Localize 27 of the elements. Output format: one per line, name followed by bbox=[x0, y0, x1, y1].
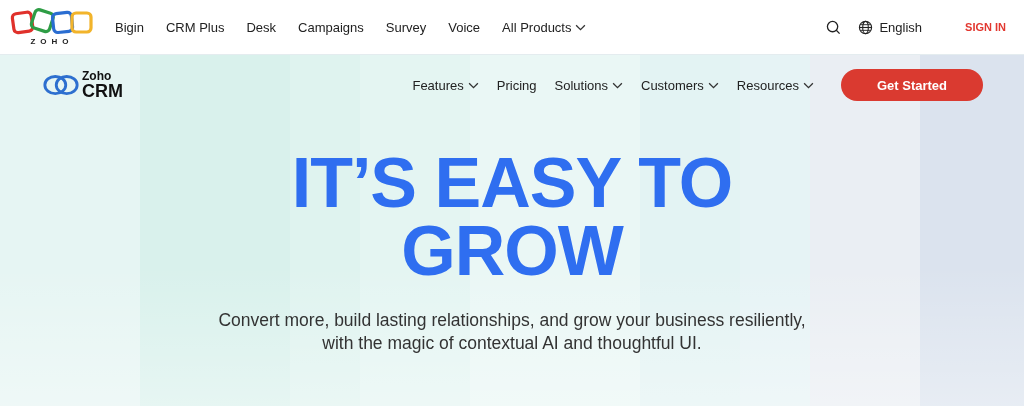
nav-link[interactable]: Resources bbox=[736, 77, 799, 93]
product-link[interactable]: CRM Plus bbox=[165, 19, 225, 35]
sign-in-link[interactable]: SIGN IN bbox=[965, 21, 1006, 33]
nav-link[interactable]: Solutions bbox=[554, 77, 608, 93]
product-link[interactable]: Desk bbox=[246, 19, 277, 35]
link-rings-icon bbox=[42, 72, 80, 98]
nav-link[interactable]: Features bbox=[412, 77, 464, 93]
headline: GROW bbox=[401, 217, 623, 285]
nav-link[interactable]: Pricing bbox=[496, 77, 537, 93]
product-link[interactable]: Bigin bbox=[115, 19, 144, 35]
subtitle: with the magic of contextual AI and thoughtful UI. bbox=[322, 332, 702, 355]
headline: IT’S EASY TO bbox=[291, 149, 733, 217]
product-link[interactable]: All Products bbox=[502, 19, 572, 35]
language-selector[interactable]: English bbox=[879, 19, 923, 35]
product-link[interactable]: Voice bbox=[448, 19, 481, 35]
brand-text: Zoho bbox=[82, 70, 113, 82]
subtitle: Convert more, build lasting relationships, and grow your business resiliently, bbox=[218, 309, 806, 332]
zoho-logo[interactable]: ZOHO bbox=[10, 8, 94, 46]
product-link[interactable]: Survey bbox=[385, 19, 427, 35]
crm-logo[interactable]: Zoho CRM bbox=[42, 70, 123, 100]
get-started-button[interactable]: Get Started bbox=[841, 69, 983, 101]
search-icon[interactable] bbox=[826, 19, 842, 35]
product-link[interactable]: Campaigns bbox=[298, 19, 364, 35]
brand-text: CRM bbox=[82, 82, 123, 100]
globe-icon bbox=[858, 19, 874, 35]
logo-text: ZOHO bbox=[30, 37, 74, 46]
nav-link[interactable]: Customers bbox=[641, 77, 704, 93]
